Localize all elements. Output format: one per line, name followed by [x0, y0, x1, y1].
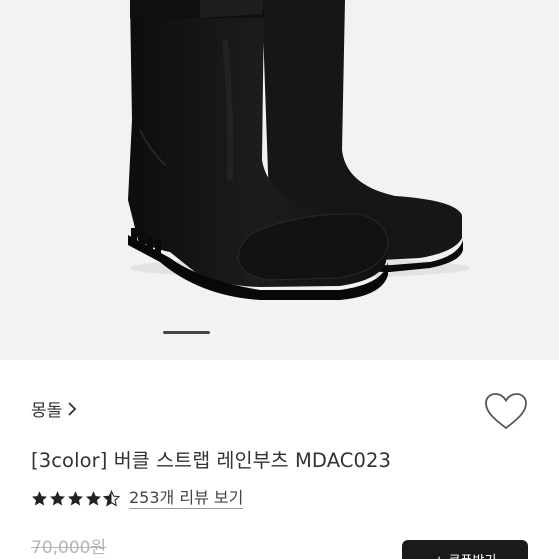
rating-stars: [31, 490, 120, 507]
view-reviews-link[interactable]: 253개 리뷰 보기: [129, 488, 244, 509]
gallery-indicator-active[interactable]: [163, 331, 210, 334]
star-icon: [50, 491, 65, 506]
product-title: [3color] 버클 스트랩 레인부츠 MDAC023: [31, 449, 392, 472]
product-detail-page: 몽돌 [3color] 버클 스트랩 레인부츠 MDAC023 253개 리뷰 …: [0, 0, 559, 559]
product-image-gallery[interactable]: [0, 0, 559, 360]
brand-link[interactable]: 몽돌: [31, 396, 79, 421]
heart-outline-icon[interactable]: [484, 392, 528, 432]
gallery-pagination: [163, 331, 385, 334]
star-icon: [86, 491, 101, 506]
star-half-icon: [103, 490, 120, 507]
get-coupon-button[interactable]: + 쿠폰받기: [402, 540, 528, 559]
star-icon: [32, 491, 47, 506]
brand-name: 몽돌: [31, 401, 63, 421]
original-price: 70,000원: [31, 538, 107, 558]
chevron-right-icon: [68, 401, 77, 416]
product-image-rain-boots: [128, 0, 470, 300]
product-rating: 253개 리뷰 보기: [31, 488, 244, 509]
gallery-indicator-track: [210, 331, 385, 334]
star-icon: [68, 491, 83, 506]
